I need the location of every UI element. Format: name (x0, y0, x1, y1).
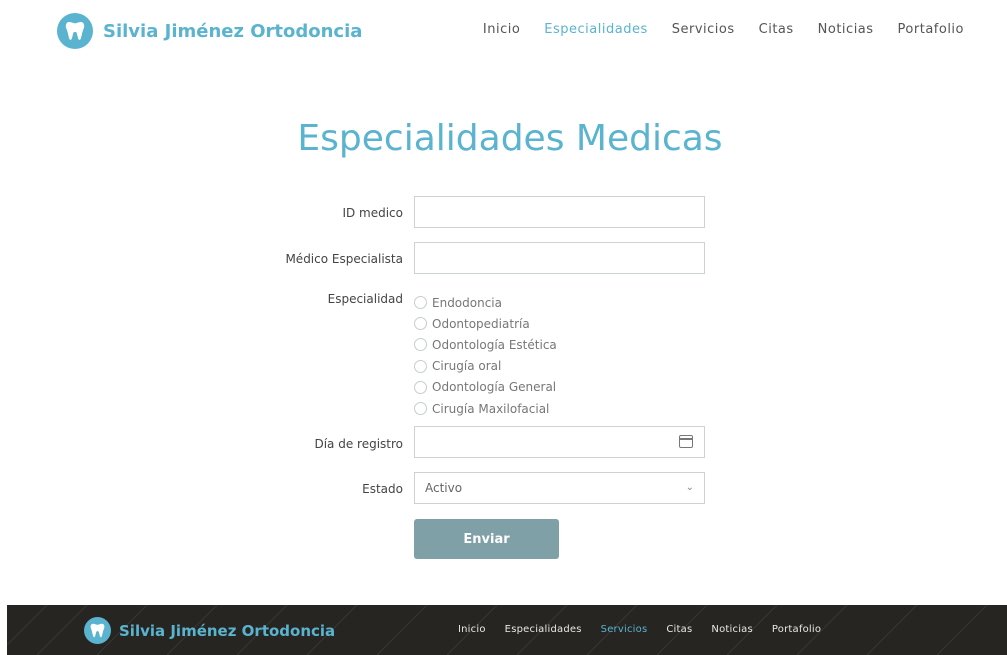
radio-label: Odontología General (432, 380, 557, 395)
especialidad-radio-group: Endodoncia Odontopediatría Odontología E… (414, 292, 557, 419)
radio-option-odontopediatria[interactable]: Odontopediatría (414, 313, 557, 334)
nav-link-citas[interactable]: Citas (759, 22, 794, 37)
radio-option-odontologia-general[interactable]: Odontología General (414, 377, 557, 398)
footer-nav-link-noticias[interactable]: Noticias (711, 624, 753, 635)
radio-button[interactable] (414, 296, 427, 310)
especialidad-label: Especialidad (327, 292, 403, 306)
radio-option-cirugia-oral[interactable]: Cirugía oral (414, 356, 557, 377)
tooth-logo-icon (57, 13, 93, 49)
dia-registro-date-input[interactable] (414, 426, 705, 458)
radio-button[interactable] (414, 380, 427, 394)
nav-link-servicios[interactable]: Servicios (672, 22, 735, 37)
site-header: Silvia Jiménez Ortodoncia Inicio Especia… (0, 0, 1007, 62)
enviar-button[interactable]: Enviar (414, 519, 559, 559)
main-nav: Inicio Especialidades Servicios Citas No… (459, 22, 964, 37)
dia-registro-label: Día de registro (314, 437, 403, 451)
calendar-icon[interactable] (679, 435, 693, 448)
radio-button[interactable] (414, 338, 427, 352)
radio-label: Cirugía Maxilofacial (432, 401, 550, 416)
nav-link-portafolio[interactable]: Portafolio (898, 22, 964, 37)
footer-nav-link-portafolio[interactable]: Portafolio (772, 624, 821, 635)
estado-label: Estado (362, 482, 403, 496)
radio-label: Cirugía oral (432, 359, 502, 374)
radio-label: Endodoncia (432, 295, 502, 310)
page-title: Especialidades Medicas (297, 118, 723, 159)
footer-nav-link-especialidades[interactable]: Especialidades (505, 624, 582, 635)
footer-nav-link-servicios[interactable]: Servicios (601, 624, 648, 635)
radio-option-endodoncia[interactable]: Endodoncia (414, 292, 557, 313)
estado-selected-value: Activo (425, 481, 463, 495)
radio-button[interactable] (414, 359, 427, 373)
radio-label: Odontología Estética (432, 337, 557, 352)
id-medico-input[interactable] (414, 196, 705, 228)
brand-name: Silvia Jiménez Ortodoncia (103, 20, 363, 42)
medico-especialista-label: Médico Especialista (285, 252, 403, 266)
site-footer: Silvia Jiménez Ortodoncia Inicio Especia… (7, 605, 1007, 655)
brand-link[interactable]: Silvia Jiménez Ortodoncia (57, 13, 362, 49)
radio-label: Odontopediatría (432, 316, 530, 331)
footer-nav-link-inicio[interactable]: Inicio (458, 624, 486, 635)
footer-brand-link[interactable]: Silvia Jiménez Ortodoncia (84, 617, 335, 644)
nav-link-inicio[interactable]: Inicio (483, 22, 520, 37)
id-medico-label: ID medico (342, 206, 403, 220)
radio-option-cirugia-maxilofacial[interactable]: Cirugía Maxilofacial (414, 398, 557, 419)
nav-link-especialidades[interactable]: Especialidades (544, 22, 647, 37)
chevron-down-icon: ⌄ (685, 482, 694, 493)
footer-nav-link-citas[interactable]: Citas (666, 624, 692, 635)
radio-button[interactable] (414, 317, 427, 331)
footer-brand-name: Silvia Jiménez Ortodoncia (119, 621, 336, 640)
estado-select[interactable]: Activo ⌄ (414, 472, 705, 504)
tooth-logo-icon (84, 617, 111, 644)
nav-link-noticias[interactable]: Noticias (818, 22, 874, 37)
radio-button[interactable] (414, 402, 427, 416)
footer-nav: Inicio Especialidades Servicios Citas No… (458, 624, 840, 635)
medico-especialista-input[interactable] (414, 242, 705, 274)
radio-option-odontologia-estetica[interactable]: Odontología Estética (414, 334, 557, 355)
